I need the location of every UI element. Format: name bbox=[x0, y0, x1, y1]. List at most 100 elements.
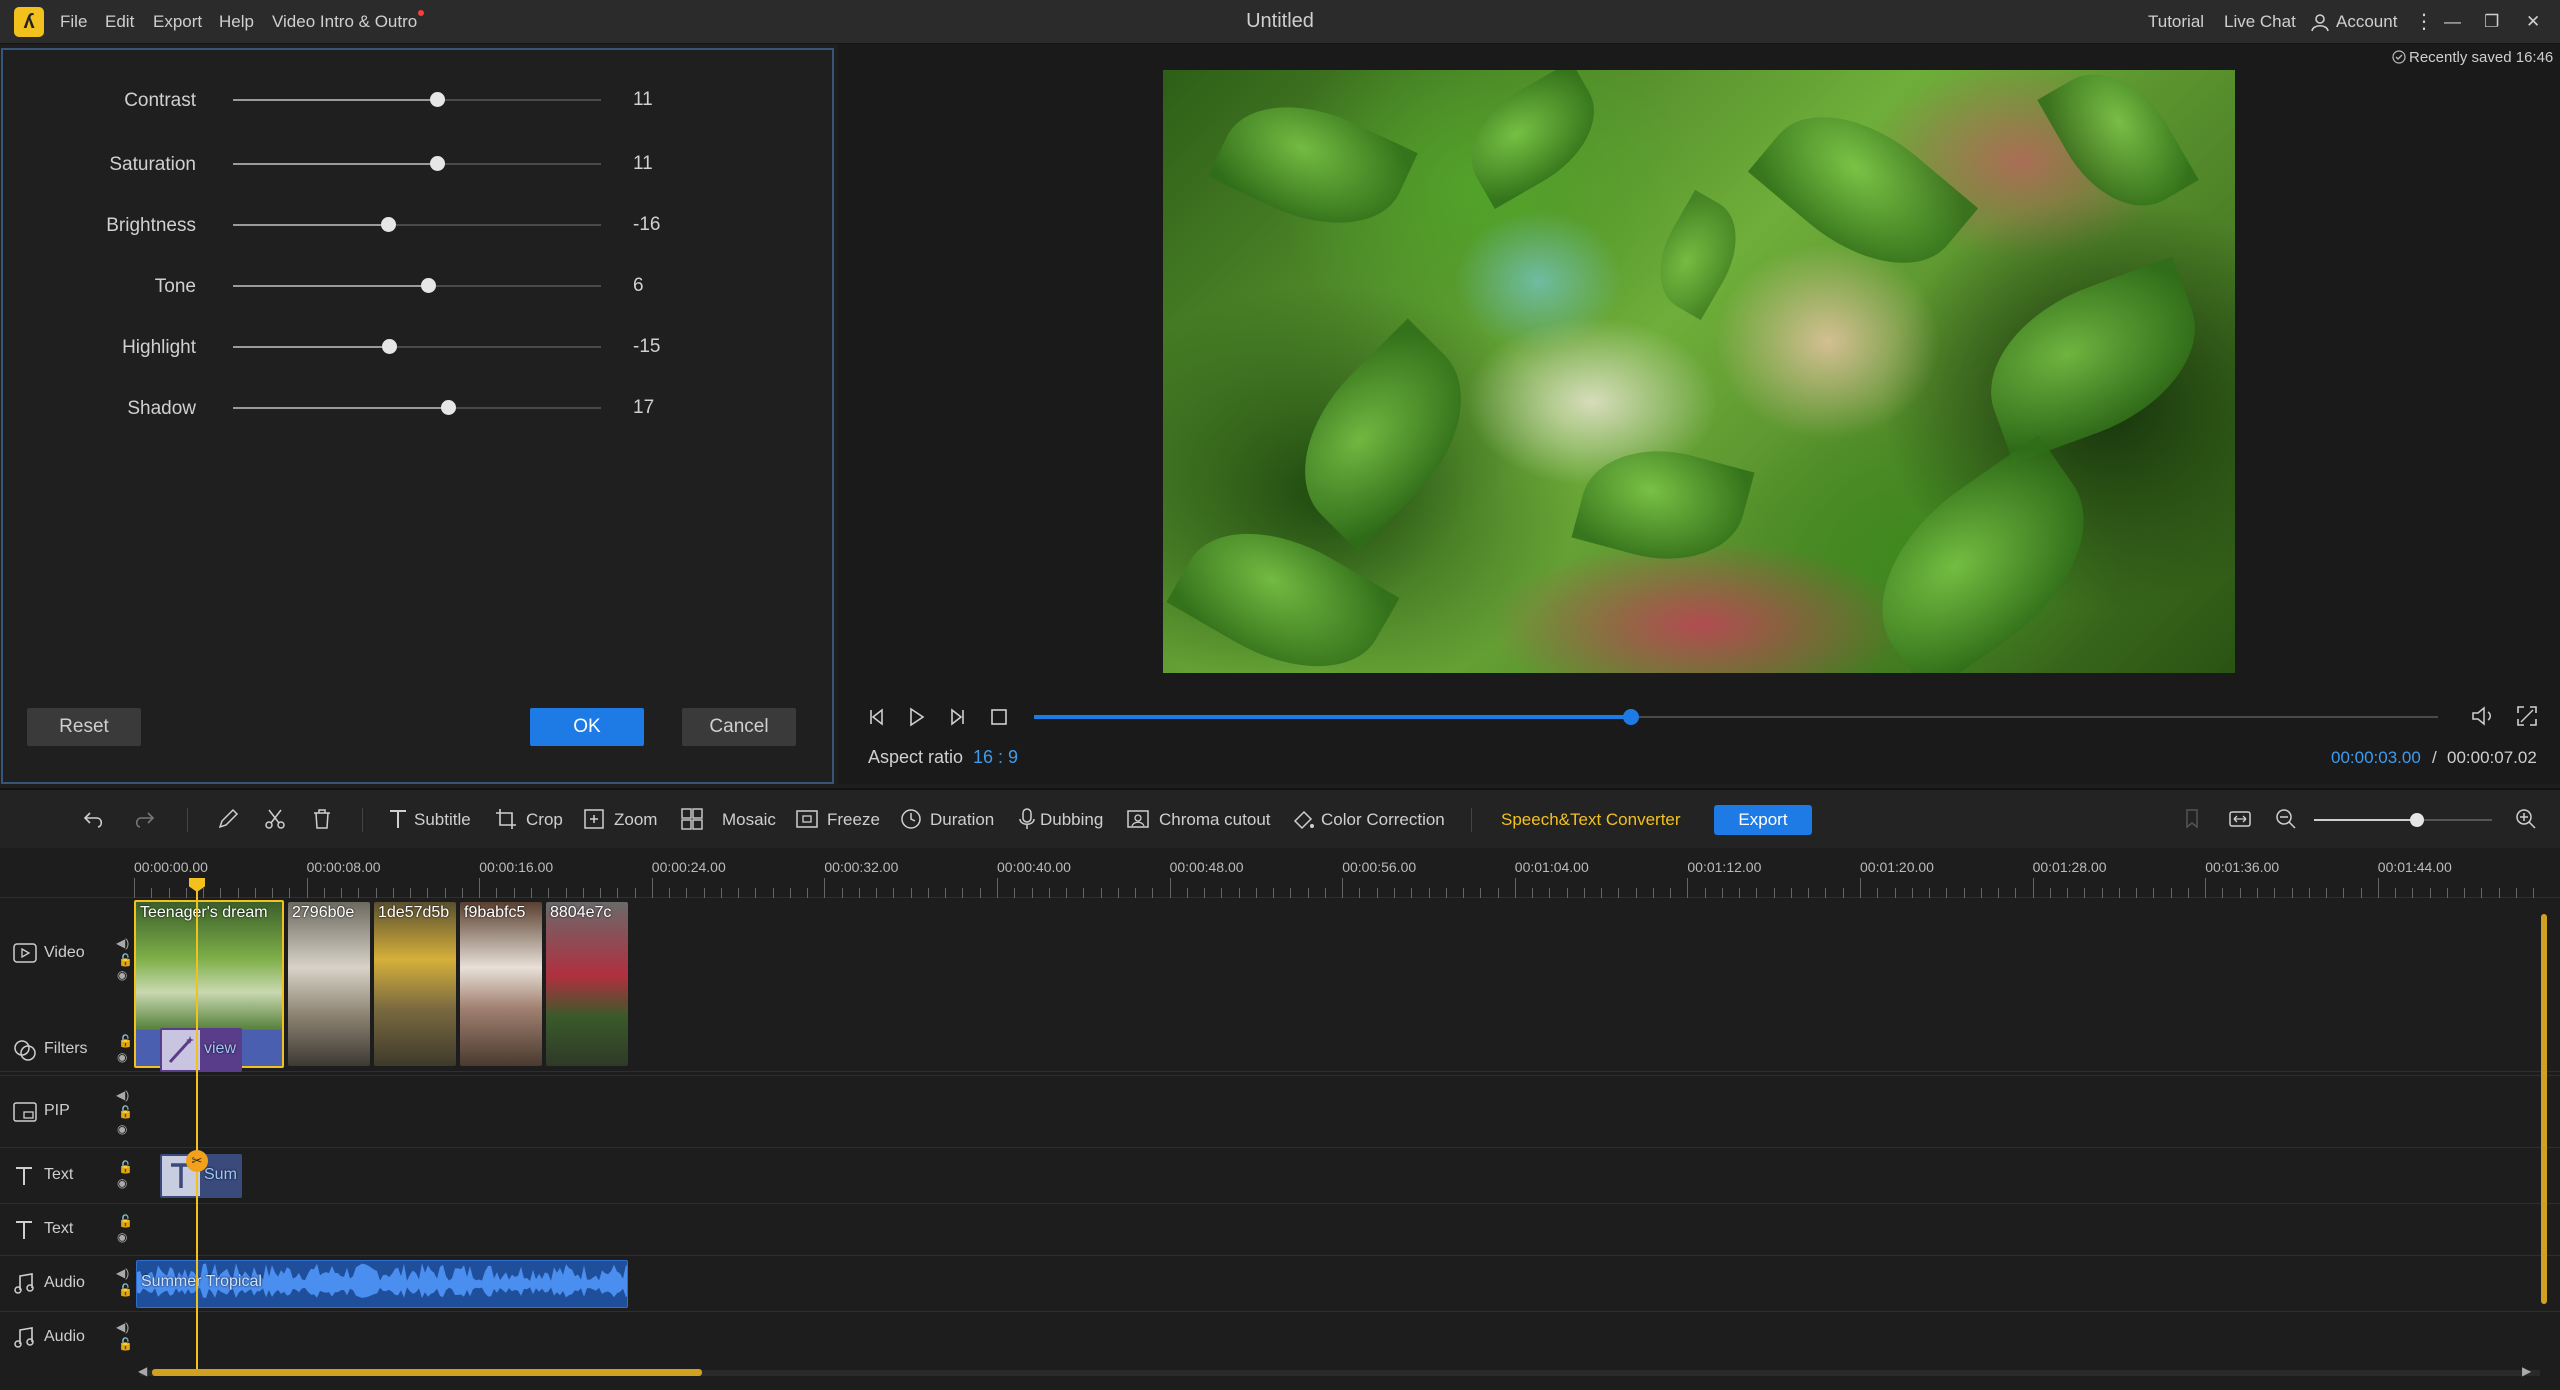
video-track-lock-icon[interactable]: 🔓 bbox=[118, 953, 133, 967]
chroma-cutout-button[interactable]: Chroma cutout bbox=[1159, 808, 1271, 832]
video-track-visibility-icon[interactable]: ◉ bbox=[117, 968, 127, 982]
freeze-button[interactable]: Freeze bbox=[827, 808, 880, 832]
ruler-tick bbox=[1031, 888, 1033, 898]
audio-track-1-lock-icon[interactable]: 🔓 bbox=[118, 1283, 133, 1297]
video-clip[interactable]: 1de57d5b bbox=[374, 902, 456, 1066]
time-ruler[interactable]: 00:00:00.00 00:00:08.00 00:00:16.00 00:00:2… bbox=[0, 848, 2560, 898]
video-clip[interactable]: 8804e7c bbox=[546, 902, 628, 1066]
split-marker-icon[interactable]: ✂ bbox=[186, 1150, 208, 1172]
filters-track-visibility-icon[interactable]: ◉ bbox=[117, 1050, 127, 1064]
account-icon[interactable] bbox=[2310, 12, 2330, 32]
scroll-right-icon[interactable]: ▶ bbox=[2522, 1364, 2531, 1378]
fullscreen-icon[interactable] bbox=[2515, 704, 2539, 728]
vertical-scrollbar[interactable] bbox=[2541, 914, 2547, 1304]
horizontal-scrollbar-thumb[interactable] bbox=[152, 1369, 702, 1376]
text-track-1-visibility-icon[interactable]: ◉ bbox=[117, 1176, 127, 1190]
fit-timeline-icon[interactable] bbox=[2228, 807, 2252, 831]
audio-track-1-label: Audio bbox=[44, 1274, 85, 1291]
ruler-tick bbox=[2101, 888, 2103, 898]
volume-icon[interactable] bbox=[2470, 704, 2496, 728]
video-track-mute-icon[interactable]: ◀) bbox=[116, 936, 129, 950]
pip-track-icon bbox=[13, 1102, 37, 1122]
ruler-tick bbox=[2360, 888, 2362, 898]
scissors-icon[interactable] bbox=[263, 807, 287, 831]
ruler-tick bbox=[2222, 888, 2224, 898]
ruler-tick bbox=[530, 888, 532, 898]
live-chat-link[interactable]: Live Chat bbox=[2224, 0, 2296, 44]
text-track-2-visibility-icon[interactable]: ◉ bbox=[117, 1230, 127, 1244]
export-button[interactable]: Export bbox=[1714, 805, 1812, 835]
playback-progress-thumb[interactable] bbox=[1622, 709, 1639, 725]
play-icon[interactable] bbox=[905, 706, 927, 728]
color-correction-button[interactable]: Color Correction bbox=[1321, 808, 1445, 832]
pip-track: PIP ◀) 🔓 ◉ bbox=[0, 1076, 2560, 1148]
account-link[interactable]: Account bbox=[2336, 0, 2397, 44]
ruler-tick bbox=[1532, 888, 1534, 898]
undo-icon[interactable] bbox=[82, 807, 106, 831]
redo-icon[interactable] bbox=[132, 807, 156, 831]
dubbing-button[interactable]: Dubbing bbox=[1040, 808, 1103, 832]
crop-button[interactable]: Crop bbox=[526, 808, 563, 832]
ok-button[interactable]: OK bbox=[530, 708, 644, 746]
delete-icon[interactable] bbox=[310, 807, 334, 831]
pip-track-visibility-icon[interactable]: ◉ bbox=[117, 1122, 127, 1136]
highlight-slider-thumb[interactable] bbox=[382, 339, 398, 354]
zoom-in-icon[interactable] bbox=[2514, 807, 2538, 831]
zoom-button[interactable]: Zoom bbox=[614, 808, 657, 832]
shadow-slider-thumb[interactable] bbox=[441, 400, 457, 415]
pip-track-lock-icon[interactable]: 🔓 bbox=[118, 1105, 133, 1119]
video-clip[interactable]: 2796b0e bbox=[288, 902, 370, 1066]
audio-track-2-mute-icon[interactable]: ◀) bbox=[116, 1320, 129, 1334]
cancel-button[interactable]: Cancel bbox=[682, 708, 796, 746]
scroll-left-icon[interactable]: ◀ bbox=[138, 1364, 147, 1378]
speech-text-converter-button[interactable]: Speech&Text Converter bbox=[1501, 808, 1681, 832]
aspect-ratio-value[interactable]: 16 : 9 bbox=[973, 747, 1018, 768]
minimize-button[interactable]: — bbox=[2444, 0, 2461, 44]
previous-frame-icon[interactable] bbox=[866, 706, 888, 728]
video-clip[interactable]: f9babfc5 bbox=[460, 902, 542, 1066]
contrast-slider-thumb[interactable] bbox=[430, 92, 446, 107]
marker-icon[interactable] bbox=[2180, 807, 2204, 831]
mosaic-button[interactable]: Mosaic bbox=[722, 808, 776, 832]
next-frame-icon[interactable] bbox=[946, 706, 968, 728]
tutorial-link[interactable]: Tutorial bbox=[2148, 0, 2204, 44]
audio-clip[interactable]: Summer Tropical bbox=[136, 1260, 628, 1308]
ruler-label: 00:00:00.00 bbox=[134, 859, 208, 875]
ruler-tick bbox=[1342, 878, 1344, 898]
text-track-2-lock-icon[interactable]: 🔓 bbox=[118, 1214, 133, 1228]
tone-slider-thumb[interactable] bbox=[421, 278, 437, 293]
ruler-tick bbox=[720, 888, 722, 898]
duration-button[interactable]: Duration bbox=[930, 808, 994, 832]
subtitle-button[interactable]: Subtitle bbox=[414, 808, 471, 832]
stop-icon[interactable] bbox=[988, 706, 1010, 728]
restore-button[interactable]: ❐ bbox=[2484, 0, 2499, 44]
ruler-label: 00:00:08.00 bbox=[306, 859, 381, 875]
menu-edit[interactable]: Edit bbox=[105, 0, 134, 44]
close-button[interactable]: ✕ bbox=[2526, 0, 2540, 44]
highlight-slider-fill bbox=[233, 346, 390, 348]
video-clip-title: 2796b0e bbox=[292, 904, 355, 921]
brightness-slider-thumb[interactable] bbox=[380, 217, 396, 232]
pip-track-mute-icon[interactable]: ◀) bbox=[116, 1088, 129, 1102]
more-options-icon[interactable]: ⋮ bbox=[2414, 0, 2434, 44]
edit-pencil-icon[interactable] bbox=[216, 807, 240, 831]
filters-track-lock-icon[interactable]: 🔓 bbox=[118, 1034, 133, 1048]
menu-video-intro-outro[interactable]: Video Intro & Outro bbox=[272, 0, 417, 44]
ruler-tick bbox=[548, 888, 550, 898]
audio-track-1-mute-icon[interactable]: ◀) bbox=[116, 1266, 129, 1280]
menu-help[interactable]: Help bbox=[219, 0, 254, 44]
ruler-tick bbox=[772, 888, 774, 898]
ruler-tick bbox=[1238, 888, 1240, 898]
menu-export[interactable]: Export bbox=[153, 0, 202, 44]
reset-button[interactable]: Reset bbox=[27, 708, 141, 746]
audio-track-2-lock-icon[interactable]: 🔓 bbox=[118, 1337, 133, 1351]
video-preview-frame[interactable] bbox=[1163, 70, 2235, 673]
zoom-out-icon[interactable] bbox=[2274, 807, 2298, 831]
saturation-slider-thumb[interactable] bbox=[430, 156, 446, 171]
menu-file[interactable]: File bbox=[60, 0, 87, 44]
text-track-1-lock-icon[interactable]: 🔓 bbox=[118, 1160, 133, 1174]
timeline-zoom-thumb[interactable] bbox=[2410, 813, 2425, 827]
title-bar: ʎ File Edit Export Help Video Intro & Ou… bbox=[0, 0, 2560, 44]
ruler-tick bbox=[203, 888, 205, 898]
filter-clip[interactable]: view bbox=[160, 1028, 242, 1072]
